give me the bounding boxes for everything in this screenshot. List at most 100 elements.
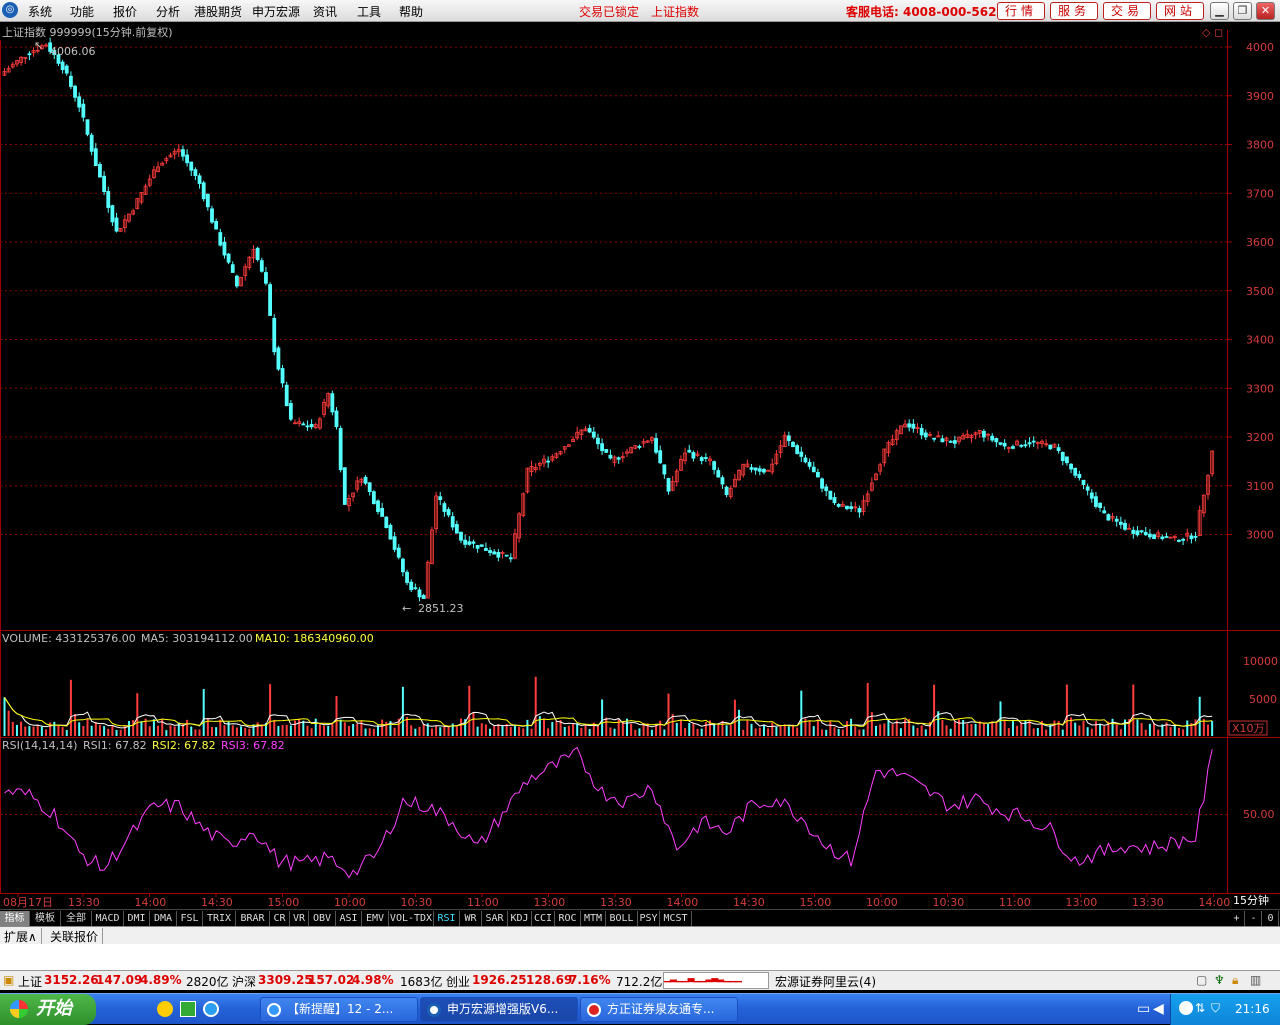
indicator-tab-brar[interactable]: BRAR — [236, 911, 270, 926]
indicator-tab-mtm[interactable]: MTM — [581, 911, 606, 926]
volume-bar — [729, 724, 732, 736]
sh-name[interactable]: 上证 — [18, 973, 42, 990]
menu-hk-futures[interactable]: 港股期货 — [194, 3, 242, 20]
expand-button[interactable]: 扩展∧ — [0, 928, 42, 945]
zoom-out-icon[interactable]: - — [1246, 911, 1262, 926]
indicator-tab-dmi[interactable]: DMI — [124, 911, 150, 926]
service-button[interactable]: 服务 — [1050, 2, 1098, 20]
chart-toggle-icon[interactable]: ◇ ◻ — [1202, 26, 1223, 39]
indicator-tab-rsi[interactable]: RSI — [434, 911, 460, 926]
minimize-icon[interactable]: ▁ — [1210, 2, 1229, 20]
monitor-icon[interactable]: ▢ — [1196, 973, 1207, 987]
task-fangzheng[interactable]: 方正证券泉友通专... — [580, 997, 738, 1022]
restore-icon[interactable]: ❐ — [1233, 2, 1252, 20]
indicator-tab-sar[interactable]: SAR — [482, 911, 508, 926]
candle-body — [691, 452, 696, 459]
indicator-tab-wr[interactable]: WR — [460, 911, 482, 926]
indicator-tab-vol-tdx[interactable]: VOL-TDX — [389, 911, 434, 926]
volume-bar — [165, 730, 168, 736]
volume-bar — [1078, 725, 1081, 736]
volume-bar — [1094, 721, 1097, 736]
indicator-tab-boll[interactable]: BOLL — [606, 911, 638, 926]
menu-info[interactable]: 资讯 — [313, 3, 337, 20]
volume-bar — [787, 726, 790, 736]
volume-bar — [800, 690, 803, 736]
task-forum[interactable]: 【新提醒】12 - 2... — [260, 997, 418, 1022]
indicator-tab-mcst[interactable]: MCST — [660, 911, 692, 926]
indicator-tab-trix[interactable]: TRIX — [203, 911, 236, 926]
volume-bar — [45, 729, 47, 736]
candle-body — [990, 435, 995, 441]
indicator-tab-cr[interactable]: CR — [270, 911, 290, 926]
monitor-tray-icon[interactable]: ▭ — [1137, 1001, 1150, 1017]
candle-body — [807, 462, 812, 467]
cy-name[interactable]: 创业 — [446, 973, 470, 990]
clock[interactable]: 21:16 — [1235, 1002, 1270, 1016]
menu-help[interactable]: 帮助 — [399, 3, 423, 20]
kline-chart[interactable]: 4000 3900 3800 3700 3600 3500 3400 3300 3200 3100… — [0, 22, 1280, 910]
zoom-in-icon[interactable]: + — [1229, 911, 1245, 926]
candle-body — [342, 467, 347, 505]
quicklaunch-qq-icon[interactable] — [157, 1001, 173, 1017]
candle-body — [1114, 518, 1119, 522]
settings-icon[interactable]: ▥ — [1250, 973, 1261, 987]
indicator-tab-obv[interactable]: OBV — [309, 911, 336, 926]
close-icon[interactable]: ✕ — [1256, 2, 1275, 20]
indicator-tab-全部[interactable]: 全部 — [61, 911, 92, 926]
market-button[interactable]: 行情 — [997, 2, 1045, 20]
indicator-tab-roc[interactable]: ROC — [555, 911, 581, 926]
indicator-tab-psy[interactable]: PSY — [638, 911, 660, 926]
candle-body — [828, 490, 833, 500]
quicklaunch-browser-icon[interactable] — [203, 1001, 219, 1017]
hs-pct: 4.98% — [352, 973, 394, 987]
volume-bar — [480, 723, 483, 736]
indicator-tab-dma[interactable]: DMA — [150, 911, 177, 926]
volume-bar — [1119, 729, 1122, 736]
period-label[interactable]: 15分钟 — [1233, 893, 1269, 907]
menu-analysis[interactable]: 分析 — [156, 3, 180, 20]
menu-tools[interactable]: 工具 — [357, 3, 381, 20]
related-quote-button[interactable]: 关联报价 — [46, 928, 104, 945]
time-tick: 14:00 — [667, 896, 699, 909]
volume-icon[interactable]: ◀ — [1153, 1001, 1164, 1017]
cy-change: 128.69 — [526, 973, 573, 987]
trade-lock-status[interactable]: 交易已锁定 — [579, 3, 639, 20]
candle-body — [637, 445, 642, 448]
candle-body — [687, 449, 692, 453]
candle-body — [438, 496, 443, 501]
lock-icon[interactable]: 🔒︎ — [1232, 973, 1238, 988]
indicator-tab-指标[interactable]: 指标 — [0, 911, 30, 926]
high-price-label: 4006.06 — [50, 45, 96, 58]
indicator-tab-macd[interactable]: MACD — [92, 911, 124, 926]
indicator-tab-cci[interactable]: CCI — [532, 911, 555, 926]
menu-swhy[interactable]: 申万宏源 — [252, 3, 300, 20]
tray-swhy-icon[interactable] — [1179, 1001, 1193, 1015]
trade-button[interactable]: 交易 — [1103, 2, 1151, 20]
quicklaunch-desktop-icon[interactable] — [180, 1001, 196, 1017]
hs-name[interactable]: 沪深 — [232, 973, 256, 990]
start-button[interactable]: 开始 — [0, 994, 96, 1025]
candle-body — [1143, 531, 1148, 536]
menu-quote[interactable]: 报价 — [113, 3, 137, 20]
reset-icon[interactable]: 0 — [1263, 911, 1279, 926]
indicator-tab-emv[interactable]: EMV — [362, 911, 389, 926]
chart-area[interactable]: 4000 3900 3800 3700 3600 3500 3400 3300 3200 3100… — [0, 22, 1280, 910]
website-button[interactable]: 网站 — [1156, 2, 1204, 20]
indicator-tab-模板[interactable]: 模板 — [30, 911, 61, 926]
task-swhy[interactable]: 申万宏源增强版V6... — [420, 997, 578, 1022]
server-name[interactable]: 宏源证券阿里云(4) — [775, 973, 876, 990]
indicator-tab-vr[interactable]: VR — [290, 911, 309, 926]
volume-bar — [211, 726, 213, 736]
network-icon[interactable]: ⇅ — [1195, 1001, 1205, 1015]
menu-system[interactable]: 系统 — [28, 3, 52, 20]
volume-bar — [372, 728, 375, 736]
shield-icon[interactable]: ⛉ — [1211, 1001, 1220, 1016]
candle-body — [616, 457, 621, 460]
menu-function[interactable]: 功能 — [70, 3, 94, 20]
indicator-tab-fsl[interactable]: FSL — [177, 911, 203, 926]
indicator-tab-kdj[interactable]: KDJ — [508, 911, 532, 926]
candle-body — [272, 318, 277, 353]
volume-bar — [962, 720, 965, 736]
candle-body — [334, 410, 339, 428]
indicator-tab-asi[interactable]: ASI — [336, 911, 362, 926]
